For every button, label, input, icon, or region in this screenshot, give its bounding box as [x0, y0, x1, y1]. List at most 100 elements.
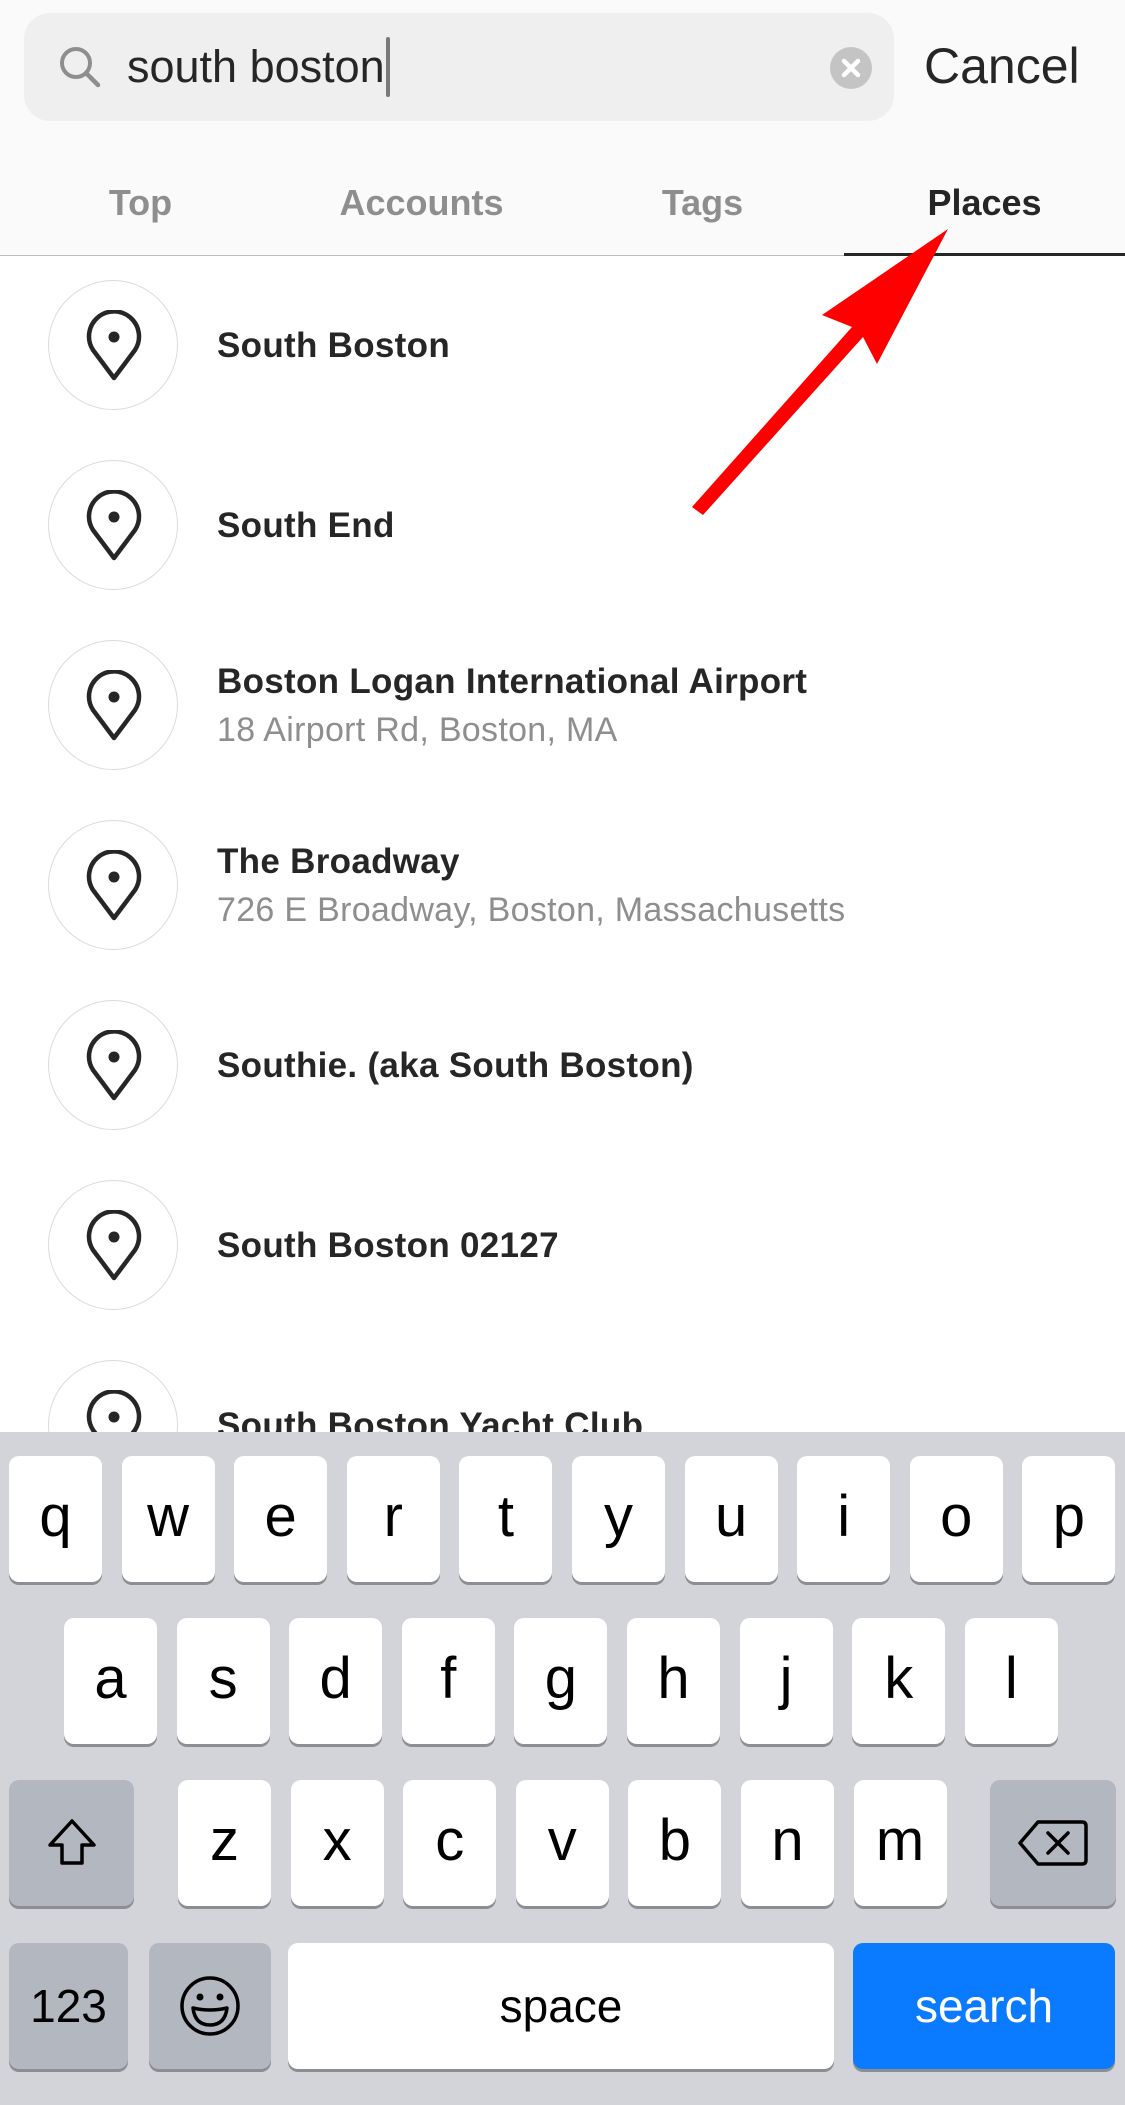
key-j-label: j: [779, 1645, 793, 1711]
key-n[interactable]: n: [741, 1780, 834, 1906]
key-i[interactable]: i: [797, 1456, 891, 1582]
key-d-label: d: [319, 1645, 352, 1711]
key-i-label: i: [837, 1483, 851, 1549]
key-p[interactable]: p: [1022, 1456, 1116, 1582]
place-result-item[interactable]: South Boston Yacht Club: [0, 1336, 1125, 1432]
clear-icon: [841, 58, 861, 78]
key-f[interactable]: f: [401, 1618, 495, 1744]
place-text: South Boston: [217, 256, 450, 436]
key-a-label: a: [94, 1645, 127, 1711]
key-m[interactable]: m: [853, 1780, 947, 1906]
space-key[interactable]: space: [288, 1943, 834, 2069]
delete-icon: [1018, 1820, 1088, 1866]
places-results-list: South Boston South End Boston Logan Inte…: [0, 256, 1125, 1432]
numbers-key[interactable]: 123: [9, 1943, 128, 2069]
location-pin-icon: [86, 670, 142, 741]
key-b[interactable]: b: [628, 1780, 722, 1906]
place-name: South Boston: [217, 326, 450, 365]
location-pin-icon: [86, 310, 142, 381]
place-name: The Broadway: [217, 842, 460, 881]
place-icon-circle: [48, 1180, 178, 1310]
place-icon-circle: [48, 280, 178, 410]
place-name: Southie. (aka South Boston): [217, 1046, 694, 1085]
key-m-label: m: [875, 1807, 925, 1873]
location-pin-icon: [86, 1390, 142, 1432]
key-r-label: r: [383, 1483, 403, 1549]
place-text: South End: [217, 436, 395, 616]
key-t-label: t: [497, 1483, 514, 1549]
key-w[interactable]: w: [121, 1456, 215, 1582]
key-g[interactable]: g: [514, 1618, 608, 1744]
tab-places[interactable]: Places: [844, 150, 1125, 256]
key-x-label: x: [322, 1807, 352, 1873]
search-query-text[interactable]: south boston: [127, 37, 390, 97]
emoji-key[interactable]: [149, 1943, 271, 2069]
location-pin-icon: [86, 1030, 142, 1101]
search-icon: [57, 44, 103, 90]
key-o-label: o: [940, 1483, 973, 1549]
key-t[interactable]: t: [459, 1456, 553, 1582]
key-s-label: s: [208, 1645, 238, 1711]
key-u[interactable]: u: [684, 1456, 778, 1582]
place-icon-circle: [48, 460, 178, 590]
place-name: South End: [217, 506, 395, 545]
key-b-label: b: [658, 1807, 692, 1873]
tab-tags[interactable]: Tags: [562, 150, 843, 256]
key-h[interactable]: h: [627, 1618, 720, 1744]
key-c-label: c: [435, 1807, 465, 1873]
key-a[interactable]: a: [64, 1618, 157, 1744]
key-s[interactable]: s: [176, 1618, 270, 1744]
key-v[interactable]: v: [515, 1780, 609, 1906]
place-name: Boston Logan International Airport: [217, 662, 808, 701]
place-result-item[interactable]: Boston Logan International Airport 18 Ai…: [0, 616, 1125, 796]
key-r[interactable]: r: [346, 1456, 440, 1582]
location-pin-icon: [86, 490, 142, 561]
place-result-item[interactable]: South Boston: [0, 256, 1125, 436]
key-v-label: v: [547, 1807, 577, 1873]
key-y[interactable]: y: [572, 1456, 665, 1582]
key-y-label: y: [604, 1483, 633, 1549]
place-icon-circle: [48, 820, 178, 950]
key-o[interactable]: o: [909, 1456, 1003, 1582]
key-u-label: u: [714, 1483, 748, 1549]
key-d[interactable]: d: [289, 1618, 383, 1744]
place-name: South Boston 02127: [217, 1226, 559, 1265]
tab-top[interactable]: Top: [0, 150, 281, 256]
place-result-item[interactable]: Southie. (aka South Boston): [0, 976, 1125, 1156]
shift-key[interactable]: [9, 1780, 134, 1906]
tab-accounts[interactable]: Accounts: [281, 150, 562, 256]
key-h-label: h: [657, 1645, 690, 1711]
key-p-label: p: [1052, 1483, 1086, 1549]
shift-icon: [47, 1819, 96, 1865]
place-icon-circle: [48, 640, 178, 770]
key-q-label: q: [39, 1483, 72, 1549]
search-input[interactable]: south boston: [24, 13, 894, 121]
key-n-label: n: [771, 1807, 804, 1873]
key-l[interactable]: l: [964, 1618, 1058, 1744]
key-f-label: f: [440, 1645, 457, 1711]
delete-key[interactable]: [990, 1780, 1116, 1906]
key-c[interactable]: c: [403, 1780, 497, 1906]
key-l-label: l: [1004, 1645, 1018, 1711]
place-result-item[interactable]: The Broadway 726 E Broadway, Boston, Mas…: [0, 796, 1125, 976]
key-q[interactable]: q: [9, 1456, 102, 1582]
place-address: 18 Airport Rd, Boston, MA: [217, 711, 618, 749]
key-z[interactable]: z: [178, 1780, 271, 1906]
key-g-label: g: [544, 1645, 578, 1711]
search-key[interactable]: search: [853, 1943, 1115, 2069]
clear-search-button[interactable]: [830, 47, 872, 89]
place-result-item[interactable]: South End: [0, 436, 1125, 616]
place-result-item[interactable]: South Boston 02127: [0, 1156, 1125, 1336]
key-e-label: e: [264, 1483, 297, 1549]
text-cursor: [385, 37, 390, 97]
cancel-button[interactable]: Cancel: [924, 30, 1080, 102]
key-w-label: w: [147, 1483, 190, 1549]
key-k[interactable]: k: [852, 1618, 946, 1744]
key-j[interactable]: j: [739, 1618, 833, 1744]
emoji-icon: [180, 1976, 240, 2036]
space-key-label: space: [499, 1980, 623, 2032]
key-x[interactable]: x: [290, 1780, 384, 1906]
place-text: Boston Logan International Airport 18 Ai…: [217, 616, 807, 796]
key-e[interactable]: e: [234, 1456, 328, 1582]
key-k-label: k: [884, 1645, 914, 1711]
